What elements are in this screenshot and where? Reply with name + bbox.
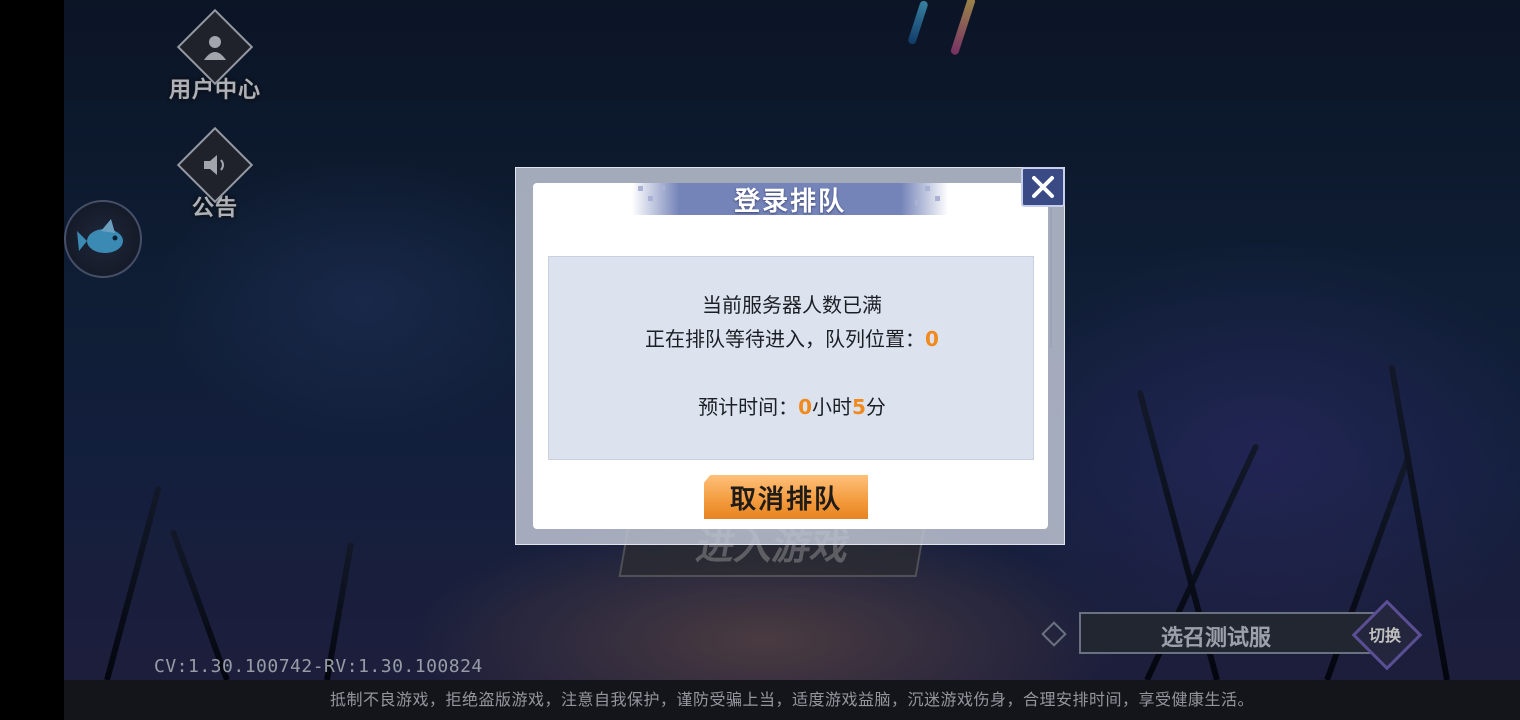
queue-position-label: 正在排队等待进入，队列位置： bbox=[645, 327, 926, 351]
estimated-minutes-value: 5 bbox=[852, 395, 866, 419]
estimated-time-line: 预计时间：0小时5分 bbox=[549, 391, 1035, 420]
dialog-title: 登录排队 bbox=[733, 187, 846, 217]
queue-position-value: 0 bbox=[925, 327, 939, 351]
cancel-queue-button[interactable]: 取消排队 bbox=[702, 473, 870, 521]
hours-unit: 小时 bbox=[812, 395, 852, 419]
queue-message-box: 当前服务器人数已满 正在排队等待进入，队列位置：0 预计时间：0小时5分 bbox=[548, 256, 1034, 460]
estimated-hours-value: 0 bbox=[798, 395, 812, 419]
close-icon bbox=[1032, 176, 1054, 198]
estimated-time-label: 预计时间： bbox=[698, 395, 799, 419]
minutes-unit: 分 bbox=[865, 395, 886, 419]
server-full-message: 当前服务器人数已满 bbox=[702, 293, 882, 317]
dialog-side-decoration bbox=[1050, 208, 1060, 348]
close-button[interactable] bbox=[1021, 167, 1065, 207]
queue-position-line: 正在排队等待进入，队列位置：0 bbox=[549, 323, 1035, 352]
